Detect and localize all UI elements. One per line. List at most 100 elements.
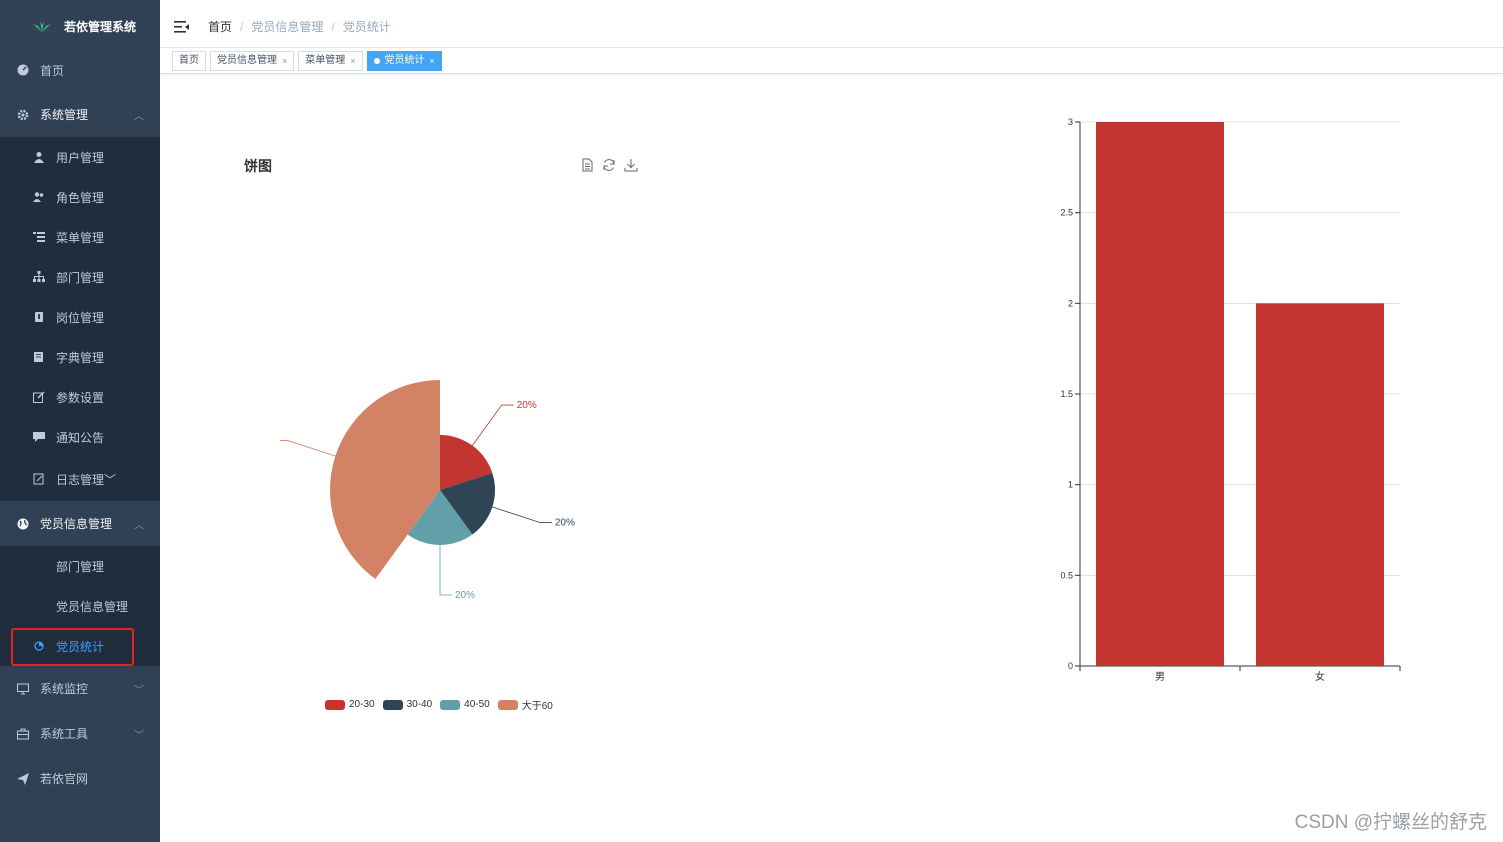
close-icon[interactable]: × xyxy=(430,52,435,70)
sidebar-item-party-depts[interactable]: 部门管理 xyxy=(0,546,160,586)
y-tick-label: 1 xyxy=(1068,480,1073,490)
dashboard-icon xyxy=(16,63,30,77)
pie-label: 20% xyxy=(517,400,537,411)
chevron-down-icon: ﹀ xyxy=(104,472,117,487)
pie-label: 20% xyxy=(455,590,475,600)
breadcrumb-separator: / xyxy=(331,19,335,34)
x-tick-label: 女 xyxy=(1315,670,1325,683)
legend-label: 大于60 xyxy=(521,701,553,712)
logo-icon xyxy=(30,21,54,32)
sidebar-item-depts[interactable]: 部门管理 xyxy=(0,257,160,297)
users-icon xyxy=(32,190,46,204)
sidebar-item-label: 参数设置 xyxy=(56,390,105,405)
sidebar-item-home[interactable]: 首页 xyxy=(0,52,160,88)
org-chart-icon xyxy=(32,270,46,284)
tag-label: 菜单管理 xyxy=(305,54,346,66)
legend-swatch xyxy=(325,699,345,710)
system-submenu: 用户管理 角色管理 菜单管理 部门管理 岗位管理 字典管理 参数设置 通知公告 … xyxy=(0,137,160,501)
pie-label-line xyxy=(488,505,552,523)
post-icon xyxy=(32,310,46,324)
tag-party-stats[interactable]: 党员统计 × xyxy=(366,50,442,71)
pie-label-line xyxy=(469,404,514,449)
sidebar-item-config[interactable]: 参数设置 xyxy=(0,377,160,417)
gear-icon xyxy=(16,108,30,122)
active-dot-icon xyxy=(373,57,380,64)
sidebar-item-monitor[interactable]: 系统监控 ﹀ xyxy=(0,666,160,711)
bar[interactable] xyxy=(1256,303,1384,666)
edit-icon xyxy=(32,390,46,404)
sidebar-item-label: 部门管理 xyxy=(56,559,105,574)
sidebar-item-label: 党员信息管理 xyxy=(56,599,129,614)
sidebar-item-label: 通知公告 xyxy=(56,430,105,445)
sidebar-item-party-members[interactable]: 党员信息管理 xyxy=(0,586,160,626)
pie-legend: 20-30 30-40 40-50 大于60 xyxy=(325,697,561,712)
y-tick-label: 0 xyxy=(1068,661,1073,671)
close-icon[interactable]: × xyxy=(282,52,287,70)
user-icon xyxy=(32,150,46,164)
chevron-up-icon: ︿ xyxy=(134,111,144,122)
sidebar-item-label: 首页 xyxy=(40,63,65,78)
sidebar-item-dict[interactable]: 字典管理 xyxy=(0,337,160,377)
tree-list-icon xyxy=(32,230,46,244)
sidebar-item-posts[interactable]: 岗位管理 xyxy=(0,297,160,337)
sidebar-item-label: 角色管理 xyxy=(56,190,105,205)
sidebar: 若依管理系统 首页 系统管理 ︿ 用户管理 角色管理 菜单管理 部门管理 岗位管… xyxy=(0,0,160,842)
breadcrumb-home[interactable]: 首页 xyxy=(208,18,232,35)
chart-toolbox xyxy=(580,158,640,174)
sidebar-item-label: 岗位管理 xyxy=(56,310,105,325)
breadcrumb-current: 党员统计 xyxy=(342,20,391,34)
sidebar-item-system[interactable]: 系统管理 ︿ xyxy=(0,92,160,137)
refresh-icon[interactable] xyxy=(602,158,618,174)
y-tick-label: 3 xyxy=(1068,117,1073,127)
breadcrumb-party: 党员信息管理 xyxy=(251,20,324,34)
tag-party-info[interactable]: 党员信息管理 × xyxy=(210,50,295,71)
globe-icon xyxy=(16,517,30,531)
sidebar-item-users[interactable]: 用户管理 xyxy=(0,137,160,177)
app-logo[interactable]: 若依管理系统 xyxy=(0,0,160,52)
sidebar-item-site[interactable]: 若依官网 xyxy=(0,756,160,801)
sidebar-item-menus[interactable]: 菜单管理 xyxy=(0,217,160,257)
pie-label-line xyxy=(439,541,452,596)
send-icon xyxy=(16,772,30,786)
pie-slice[interactable] xyxy=(330,380,440,579)
toolbox-icon xyxy=(16,727,30,741)
tag-menus[interactable]: 菜单管理 × xyxy=(298,50,363,71)
tag-home[interactable]: 首页 xyxy=(172,50,206,71)
sidebar-item-tools[interactable]: 系统工具 ﹀ xyxy=(0,711,160,756)
sidebar-item-label: 部门管理 xyxy=(56,270,105,285)
chevron-down-icon: ﹀ xyxy=(134,685,144,696)
watermark: CSDN @拧螺丝的舒克 xyxy=(1294,812,1487,833)
y-tick-label: 2 xyxy=(1068,298,1073,308)
y-tick-label: 0.5 xyxy=(1060,570,1073,580)
breadcrumb-separator: / xyxy=(240,19,244,34)
annotation-highlight-box xyxy=(11,628,134,666)
download-icon[interactable] xyxy=(624,158,640,174)
tag-label: 党员统计 xyxy=(384,54,425,66)
hamburger-icon[interactable] xyxy=(174,20,190,34)
sidebar-item-roles[interactable]: 角色管理 xyxy=(0,177,160,217)
sidebar-item-label: 用户管理 xyxy=(56,150,105,165)
sidebar-item-label: 系统管理 xyxy=(40,108,89,122)
sidebar-item-party[interactable]: 党员信息管理 ︿ xyxy=(0,501,160,546)
sidebar-item-label: 日志管理 xyxy=(56,472,105,487)
navbar: 首页 / 党员信息管理 / 党员统计 xyxy=(160,6,1503,48)
x-tick-label: 男 xyxy=(1155,671,1165,683)
legend-item[interactable]: 40-50 xyxy=(440,697,490,712)
dict-icon xyxy=(32,350,46,364)
tag-label: 党员信息管理 xyxy=(217,54,277,66)
sidebar-item-logs[interactable]: 日志管理 ﹀ xyxy=(0,457,160,501)
sidebar-item-label: 党员信息管理 xyxy=(40,517,113,531)
legend-label: 30-40 xyxy=(406,699,433,710)
legend-item[interactable]: 大于60 xyxy=(497,697,553,712)
pie-label: 20% xyxy=(555,517,575,528)
tags-view: 首页 党员信息管理 × 菜单管理 × 党员统计 × xyxy=(160,48,1503,74)
data-view-icon[interactable] xyxy=(580,158,596,174)
sidebar-item-label: 系统监控 xyxy=(40,682,89,696)
bar[interactable] xyxy=(1096,122,1224,666)
legend-swatch xyxy=(497,699,518,710)
app-title: 若依管理系统 xyxy=(64,19,137,34)
legend-item[interactable]: 30-40 xyxy=(382,697,433,712)
sidebar-item-notice[interactable]: 通知公告 xyxy=(0,417,160,457)
close-icon[interactable]: × xyxy=(350,52,355,70)
legend-item[interactable]: 20-30 xyxy=(325,697,375,712)
